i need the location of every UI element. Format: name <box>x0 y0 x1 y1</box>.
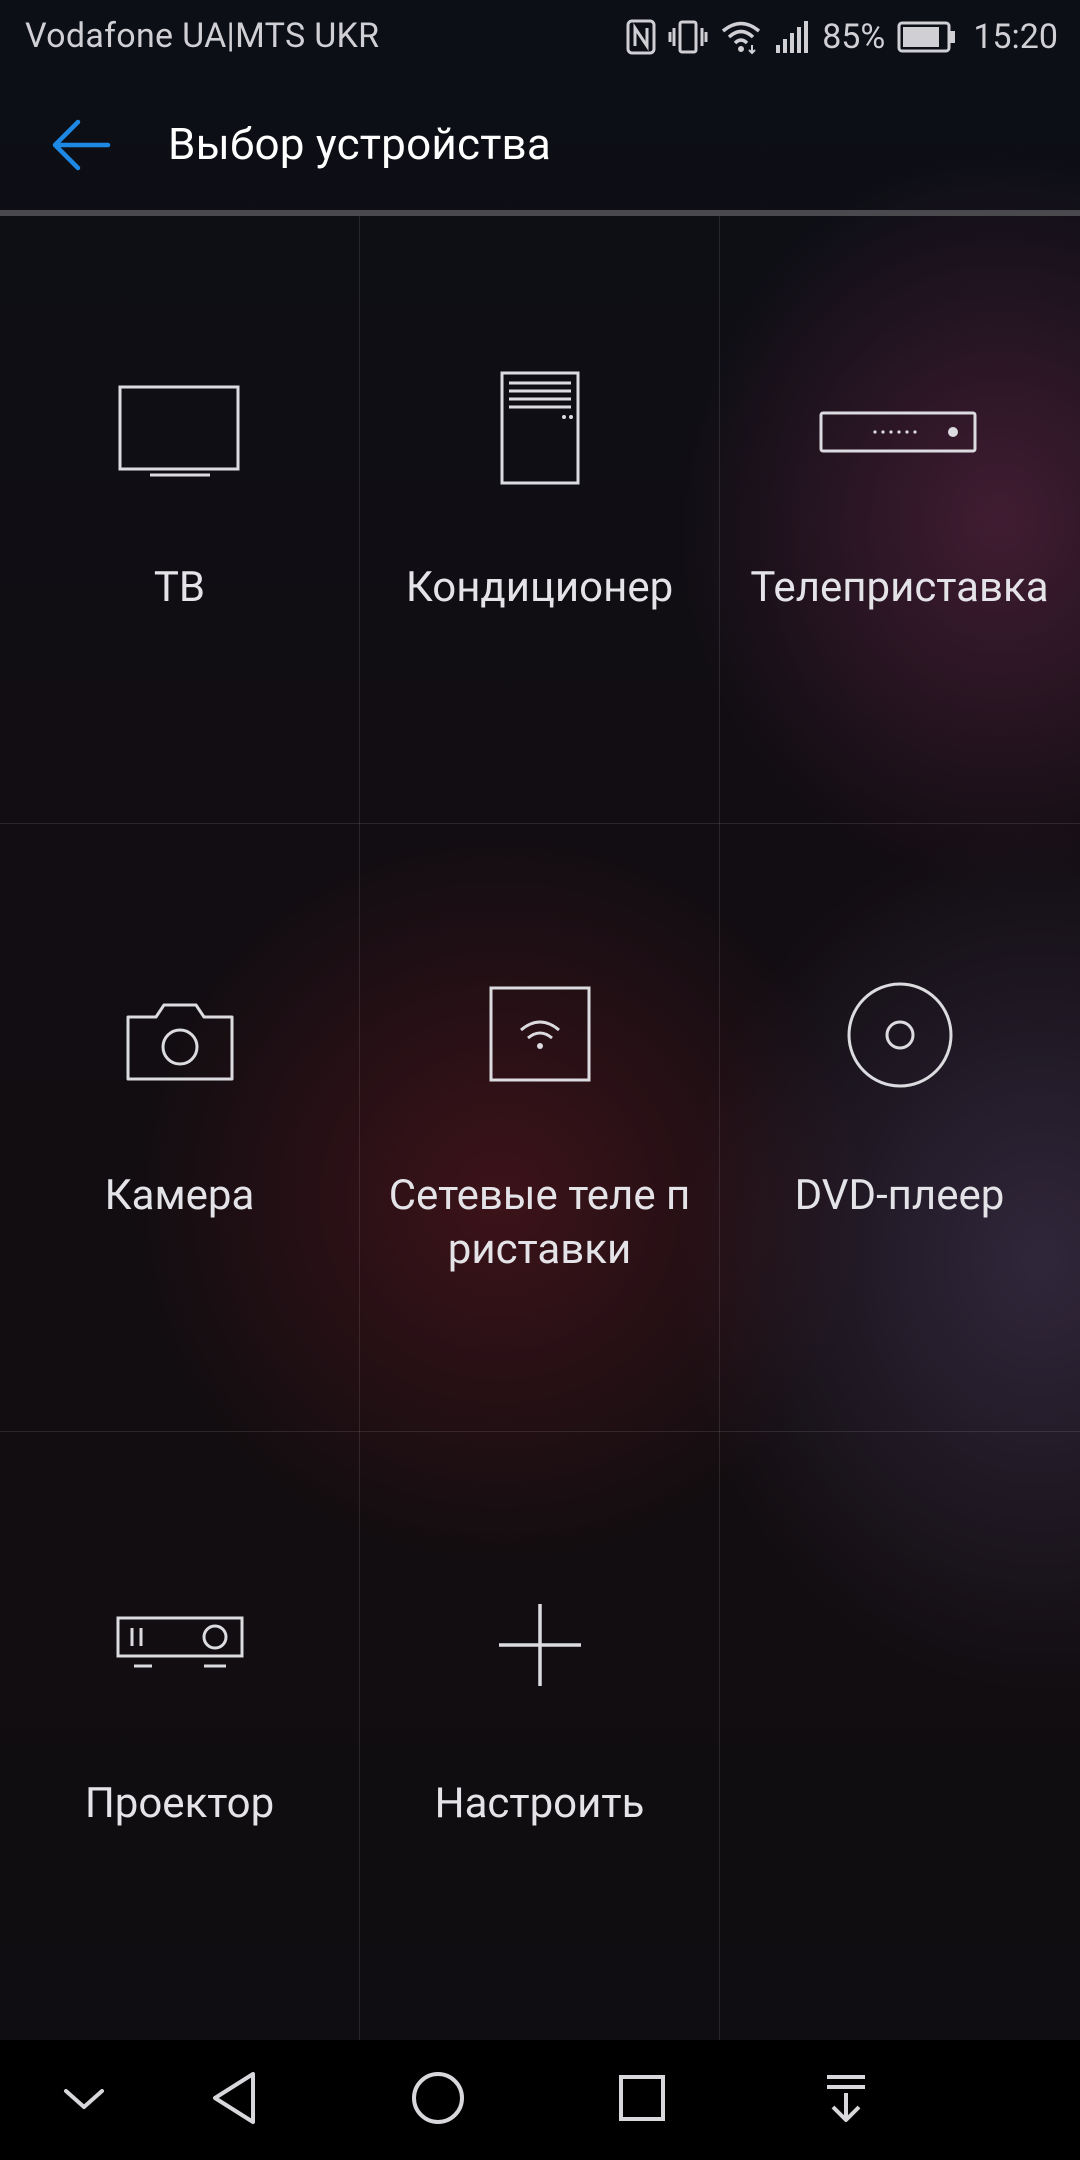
device-label: Кондиционер <box>405 563 674 612</box>
chevron-down-icon <box>62 2083 106 2117</box>
device-tile-network-box[interactable]: Сетевые теле приставки <box>360 824 719 1431</box>
set-top-box-icon <box>815 399 985 463</box>
air-conditioner-icon <box>495 369 585 493</box>
vibrate-icon <box>668 19 708 55</box>
app-bar: Выбор устройства <box>0 76 1080 212</box>
arrow-left-icon <box>46 119 116 184</box>
carrier-name: Vodafone UA|MTS UKR <box>25 16 380 56</box>
empty-tile <box>720 1432 1079 2039</box>
nfc-icon <box>626 19 656 55</box>
device-label: DVD-плеер <box>794 1171 1005 1220</box>
nav-home-button[interactable] <box>398 2060 478 2140</box>
device-grid: ТВ Кондиционер Телеприставка Камера Сете… <box>0 216 1080 2040</box>
signal-icon <box>774 19 810 55</box>
device-tile-customize[interactable]: Настроить <box>360 1432 719 2039</box>
notifications-pull-icon <box>821 2071 871 2129</box>
status-icons: 85% 15:20 <box>626 12 1058 62</box>
device-label: Камера <box>104 1171 255 1220</box>
battery-percent: 85% <box>822 17 886 57</box>
projector-icon <box>110 1610 250 1684</box>
tv-icon <box>115 379 245 483</box>
device-label: Проектор <box>84 1779 275 1828</box>
hide-nav-button[interactable] <box>44 2060 124 2140</box>
home-circle-icon <box>410 2070 466 2130</box>
device-tile-camera[interactable]: Камера <box>0 824 359 1431</box>
page-title: Выбор устройства <box>168 118 552 170</box>
battery-icon <box>897 20 957 54</box>
clock: 15:20 <box>973 17 1058 57</box>
device-tile-tv[interactable]: ТВ <box>0 216 359 823</box>
device-tile-air-conditioner[interactable]: Кондиционер <box>360 216 719 823</box>
navigation-bar <box>0 2040 1080 2160</box>
nav-back-button[interactable] <box>194 2060 274 2140</box>
nav-notifications-button[interactable] <box>806 2060 886 2140</box>
screen: Vodafone UA|MTS UKR 85% 15:20 Выбор устр… <box>0 0 1080 2160</box>
wifi-icon <box>720 19 762 55</box>
device-tile-dvd-player[interactable]: DVD-плеер <box>720 824 1079 1431</box>
network-box-icon <box>485 982 595 1096</box>
device-tile-projector[interactable]: Проектор <box>0 1432 359 2039</box>
camera-icon <box>120 987 240 1091</box>
device-label: Телеприставка <box>750 563 1049 612</box>
device-label: ТВ <box>153 563 206 612</box>
device-label: Настроить <box>434 1779 645 1828</box>
plus-icon <box>495 1600 585 1694</box>
nav-recents-button[interactable] <box>602 2060 682 2140</box>
disc-icon <box>840 977 960 1101</box>
back-triangle-icon <box>209 2070 259 2130</box>
back-button[interactable] <box>46 110 116 180</box>
recents-square-icon <box>617 2073 667 2127</box>
device-tile-set-top-box[interactable]: Телеприставка <box>720 216 1079 823</box>
status-bar: Vodafone UA|MTS UKR 85% 15:20 <box>0 0 1080 76</box>
device-label: Сетевые теле приставки <box>388 1171 691 1274</box>
